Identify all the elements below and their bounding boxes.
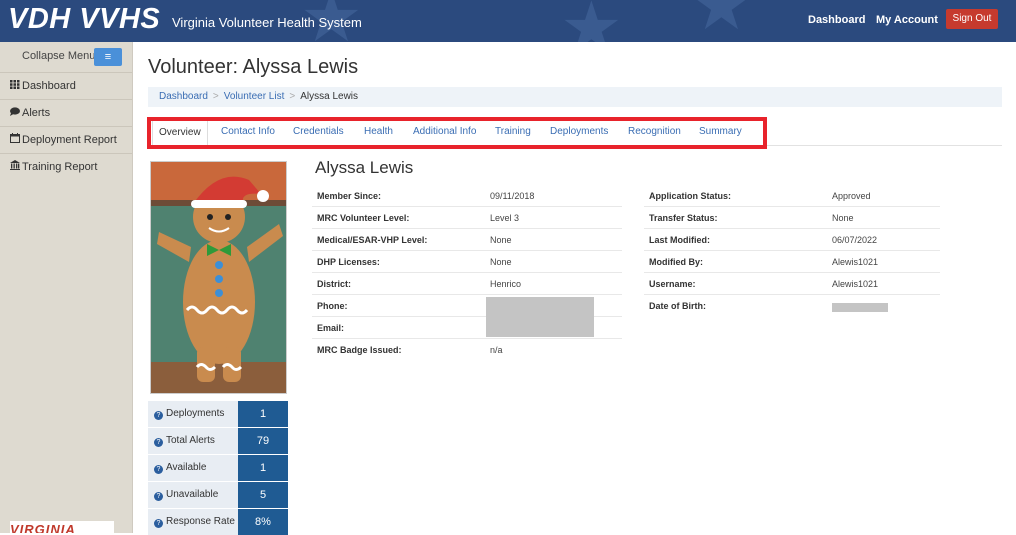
detail-label: Phone:	[317, 301, 348, 311]
question-circle-icon[interactable]: ?	[154, 465, 163, 474]
collapse-menu-button[interactable]: ≡	[94, 48, 122, 66]
sidebar-item-label: Dashboard	[22, 80, 76, 92]
detail-value: None	[490, 257, 512, 267]
stat-value: 1	[238, 455, 288, 481]
detail-row: Modified By: Alewis1021	[644, 251, 940, 273]
sidebar-item-alerts[interactable]: Alerts	[0, 99, 132, 126]
dashboard-icon	[10, 74, 22, 100]
stat-available: ? Available 1	[148, 455, 289, 481]
detail-value: None	[832, 213, 854, 223]
stat-value: 79	[238, 428, 288, 454]
stat-label: Total Alerts	[166, 435, 215, 446]
sidebar: Collapse Menu ≡ Dashboard Alerts Deploym…	[0, 42, 133, 533]
profile-name: Alyssa Lewis	[315, 158, 414, 177]
question-circle-icon[interactable]: ?	[154, 492, 163, 501]
detail-row: MRC Volunteer Level: Level 3	[312, 207, 622, 229]
nav-dashboard-link[interactable]: Dashboard	[808, 14, 865, 26]
comment-icon	[10, 101, 22, 127]
tabs-highlight-box	[147, 117, 767, 149]
detail-value: Level 3	[490, 213, 520, 223]
detail-row: District: Henrico	[312, 273, 622, 295]
breadcrumb-volunteer-list[interactable]: Volunteer List	[224, 91, 285, 102]
stat-label: Deployments	[166, 408, 225, 419]
detail-row: Medical/ESAR-VHP Level: None	[312, 229, 622, 251]
stat-value: 8%	[238, 509, 288, 535]
stat-label: Unavailable	[166, 489, 219, 500]
detail-row: Transfer Status: None	[644, 207, 940, 229]
detail-value: Alewis1021	[832, 279, 879, 289]
stat-label: Available	[166, 462, 207, 473]
detail-label: District:	[317, 279, 352, 289]
calendar-icon	[10, 128, 22, 154]
detail-value: 06/07/2022	[832, 235, 878, 245]
institution-icon	[10, 155, 22, 181]
sidebar-item-dashboard[interactable]: Dashboard	[0, 72, 132, 99]
breadcrumb: Dashboard > Volunteer List > Alyssa Lewis	[148, 87, 1002, 107]
detail-row: DHP Licenses: None	[312, 251, 622, 273]
star-decoration: ★	[560, 0, 623, 42]
detail-value: None	[490, 235, 512, 245]
brand-logo[interactable]: VDH VVHS	[8, 3, 160, 36]
sidebar-item-deployment-report[interactable]: Deployment Report	[0, 126, 132, 153]
stat-label: Response Rate	[166, 516, 235, 527]
detail-label: Modified By:	[649, 257, 703, 267]
stat-value: 5	[238, 482, 288, 508]
brand-subtitle: Virginia Volunteer Health System	[172, 15, 362, 30]
detail-value: n/a	[490, 345, 503, 355]
detail-row: Date of Birth:	[644, 295, 940, 317]
detail-value: Alewis1021	[832, 257, 879, 267]
question-circle-icon[interactable]: ?	[154, 411, 163, 420]
stat-unavailable: ? Unavailable 5	[148, 482, 289, 508]
detail-label: Last Modified:	[649, 235, 710, 245]
breadcrumb-current: Alyssa Lewis	[300, 91, 359, 102]
detail-label: Username:	[649, 279, 696, 289]
detail-row: Application Status: Approved	[644, 185, 940, 207]
virginia-logo: VIRGINIA	[10, 521, 114, 533]
sidebar-item-label: Deployment Report	[22, 134, 117, 146]
sign-out-button[interactable]: Sign Out	[946, 9, 998, 29]
detail-label: Application Status:	[649, 191, 732, 201]
detail-label: Date of Birth:	[649, 301, 706, 311]
detail-label: Medical/ESAR-VHP Level:	[317, 235, 428, 245]
detail-row: MRC Badge Issued: n/a	[312, 339, 622, 361]
sidebar-item-label: Training Report	[22, 161, 98, 173]
page-title: Volunteer: Alyssa Lewis	[148, 56, 359, 78]
redacted-date-of-birth	[832, 303, 888, 312]
collapse-menu-label: Collapse Menu	[22, 50, 96, 62]
sidebar-item-training-report[interactable]: Training Report	[0, 153, 132, 180]
stat-response-rate: ? Response Rate 8%	[148, 509, 289, 535]
detail-label: Member Since:	[317, 191, 382, 201]
star-decoration: ★	[690, 0, 753, 42]
breadcrumb-separator: >	[212, 91, 219, 102]
detail-value: Approved	[832, 191, 871, 201]
detail-label: Transfer Status:	[649, 213, 718, 223]
detail-label: MRC Volunteer Level:	[317, 213, 410, 223]
redacted-phone-email	[486, 297, 594, 337]
stat-total-alerts: ? Total Alerts 79	[148, 428, 289, 454]
detail-row: Last Modified: 06/07/2022	[644, 229, 940, 251]
detail-value: 09/11/2018	[490, 191, 535, 201]
sidebar-item-label: Alerts	[22, 107, 51, 119]
detail-row: Username: Alewis1021	[644, 273, 940, 295]
nav-my-account-link[interactable]: My Account	[876, 14, 938, 26]
collapse-menu-row: Collapse Menu ≡	[0, 42, 132, 72]
detail-value: Henrico	[490, 279, 522, 289]
stat-deployments: ? Deployments 1	[148, 401, 289, 427]
breadcrumb-dashboard[interactable]: Dashboard	[159, 91, 208, 102]
breadcrumb-separator: >	[289, 91, 296, 102]
detail-label: Email:	[317, 323, 345, 333]
stat-value: 1	[238, 401, 288, 427]
detail-label: DHP Licenses:	[317, 257, 380, 267]
top-header: ★ ★ ★ VDH VVHS Virginia Volunteer Health…	[0, 0, 1016, 42]
detail-label: MRC Badge Issued:	[317, 345, 402, 355]
detail-row: Member Since: 09/11/2018	[312, 185, 622, 207]
question-circle-icon[interactable]: ?	[154, 438, 163, 447]
volunteer-photo	[150, 161, 287, 394]
question-circle-icon[interactable]: ?	[154, 519, 163, 528]
